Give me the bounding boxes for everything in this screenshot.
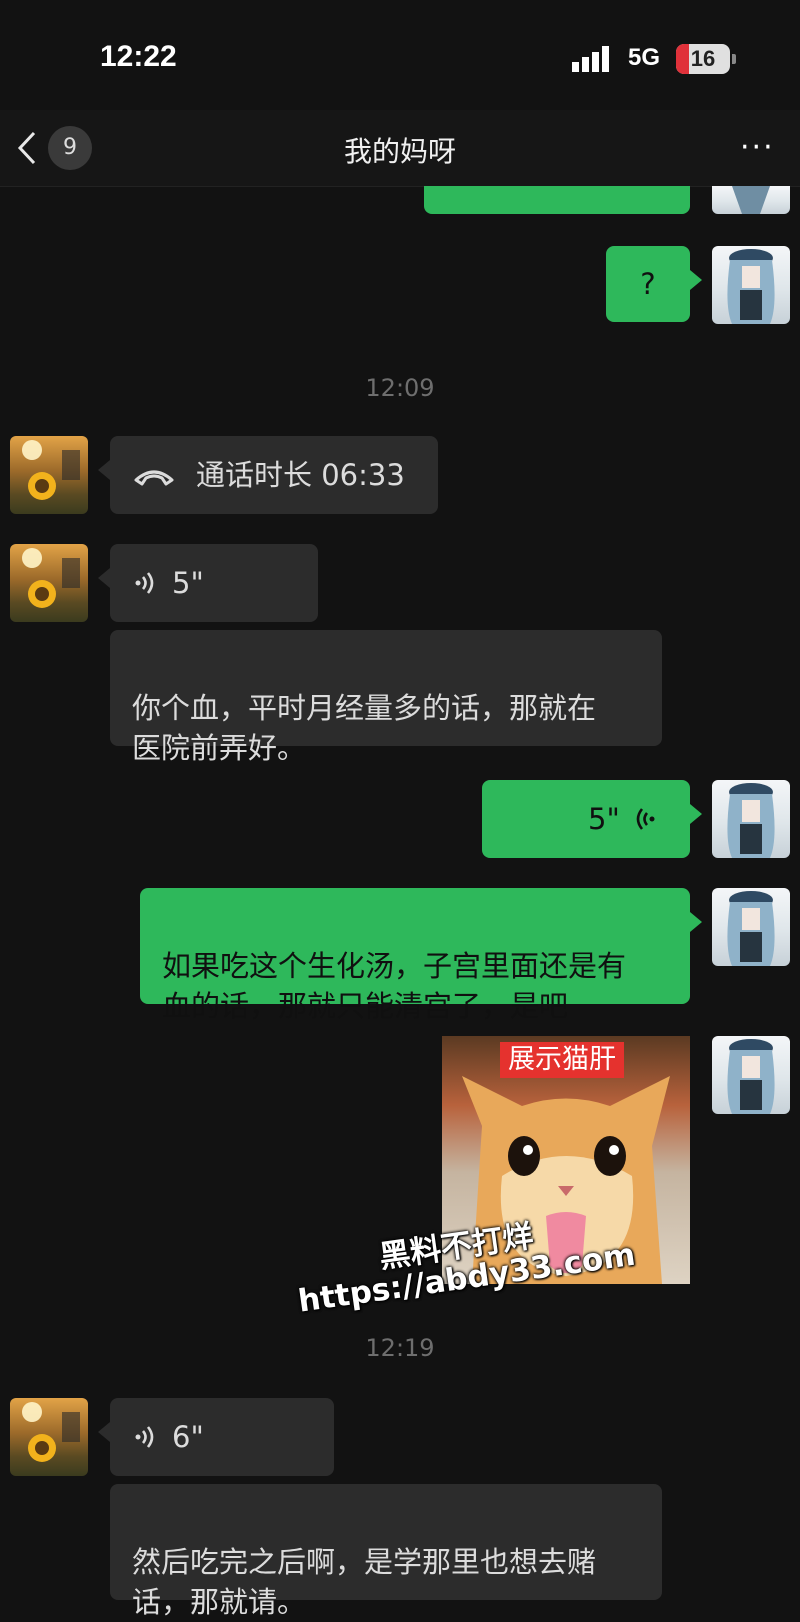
battery-tip bbox=[732, 54, 736, 64]
contact-avatar[interactable] bbox=[10, 436, 88, 514]
call-record-bubble[interactable]: 通话时长 06:33 bbox=[98, 436, 438, 514]
self-avatar[interactable] bbox=[712, 1036, 790, 1114]
network-type: 5G bbox=[628, 44, 661, 71]
message-bubble[interactable]: ? bbox=[606, 246, 702, 322]
voice-wave-icon bbox=[135, 572, 154, 594]
self-avatar[interactable] bbox=[712, 246, 790, 324]
voice-wave-icon bbox=[135, 1426, 154, 1448]
contact-avatar[interactable] bbox=[10, 544, 88, 622]
message-bubble[interactable]: 然后吃完之后啊，是学那里也想去赌 话，那就请。 bbox=[110, 1484, 662, 1619]
message-bubble[interactable]: 你个血，平时月经量多的话，那就在 医院前弄好。 bbox=[110, 630, 662, 765]
message-bubble-partial[interactable] bbox=[424, 186, 690, 214]
timestamp: 12:09 bbox=[365, 374, 435, 402]
self-avatar[interactable] bbox=[712, 888, 790, 966]
chat-title: 我的妈呀 bbox=[343, 135, 456, 168]
message-text: 你个血，平时月经量多的话，那就在 医院前弄好。 bbox=[132, 691, 597, 765]
message-text: ? bbox=[640, 267, 656, 301]
self-avatar[interactable] bbox=[712, 780, 790, 858]
voice-message-bubble[interactable]: 5" bbox=[482, 780, 702, 858]
more-options-icon[interactable]: ··· bbox=[740, 130, 780, 165]
voice-wave-icon bbox=[636, 808, 655, 830]
battery-level: 16 bbox=[690, 46, 716, 71]
self-avatar[interactable] bbox=[712, 186, 790, 214]
message-text: 然后吃完之后啊，是学那里也想去赌 话，那就请。 bbox=[132, 1545, 597, 1619]
voice-duration: 5" bbox=[172, 566, 204, 600]
voice-duration: 5" bbox=[588, 802, 620, 836]
message-bubble[interactable]: 如果吃这个生化汤，子宫里面还是有 血的话，那就只能清宫了，是吧 bbox=[140, 888, 702, 1023]
voice-message-bubble[interactable]: 5" bbox=[98, 544, 318, 622]
voice-duration: 6" bbox=[172, 1420, 204, 1454]
timestamp: 12:19 bbox=[365, 1334, 435, 1362]
phone-hangup-icon bbox=[134, 470, 174, 486]
contact-avatar[interactable] bbox=[10, 1398, 88, 1476]
call-duration: 通话时长 06:33 bbox=[196, 458, 405, 492]
battery-icon: 16 bbox=[676, 44, 730, 74]
status-time: 12:22 bbox=[100, 40, 177, 73]
signal-icon bbox=[572, 46, 609, 72]
voice-message-bubble[interactable]: 6" bbox=[98, 1398, 334, 1476]
message-text: 如果吃这个生化汤，子宫里面还是有 血的话，那就只能清宫了，是吧 bbox=[162, 949, 627, 1023]
sticker-caption: 展示猫肝 bbox=[500, 1042, 624, 1078]
